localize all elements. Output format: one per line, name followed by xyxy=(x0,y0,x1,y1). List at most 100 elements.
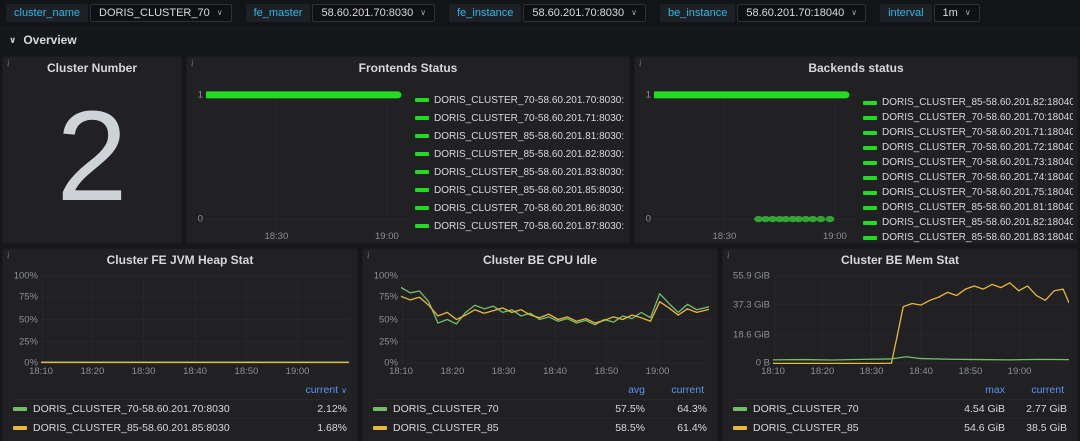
legend-value: 2.77 GiB xyxy=(1026,403,1067,415)
legend-item[interactable]: DORIS_CLUSTER_85-58.60.201.81:18040: ALI… xyxy=(863,200,1073,215)
legend-row: DORIS_CLUSTER_70-58.60.201.70:8030 2.12% xyxy=(13,399,347,418)
legend-item[interactable]: DORIS_CLUSTER_85-58.60.201.82:18040: ALI… xyxy=(863,215,1073,230)
legend-series-name[interactable]: DORIS_CLUSTER_70 xyxy=(373,403,595,415)
backends-legend: DORIS_CLUSTER_85-58.60.201.82:18040: DEA… xyxy=(855,85,1073,243)
x-tick-label: 18:10 xyxy=(761,366,785,377)
series-color-chip xyxy=(863,100,877,105)
panel-title[interactable]: Backends status xyxy=(635,57,1077,79)
panel-title[interactable]: Cluster BE CPU Idle xyxy=(363,249,717,271)
variable-dropdown[interactable]: 1m ∨ xyxy=(933,4,980,22)
series-color-chip xyxy=(373,407,387,411)
legend-col-header[interactable]: current xyxy=(1005,384,1067,396)
legend-item[interactable]: DORIS_CLUSTER_70-58.60.201.71:18040: ALI… xyxy=(863,125,1073,140)
y-tick-label: 50% xyxy=(18,314,38,325)
be-mem-stat-chart[interactable] xyxy=(773,275,1069,364)
panel-cluster-number: i Cluster Number 2 xyxy=(2,56,182,244)
legend-item[interactable]: DORIS_CLUSTER_70-58.60.201.87:8030: ALIV… xyxy=(415,217,625,235)
series-color-chip xyxy=(733,426,747,430)
legend-item[interactable]: DORIS_CLUSTER_70-58.60.201.86:8030: ALIV… xyxy=(415,199,625,217)
legend-series-name[interactable]: DORIS_CLUSTER_70 xyxy=(733,403,955,415)
legend-item[interactable]: DORIS_CLUSTER_85-58.60.201.83:8030: ALIV… xyxy=(415,163,625,181)
legend-item[interactable]: DORIS_CLUSTER_85-58.60.201.83:18040: ALI… xyxy=(863,230,1073,243)
panel-backends-status: i Backends status 10 18:30 19:00 DORIS_CL… xyxy=(634,56,1078,244)
y-tick-label: 1 xyxy=(197,89,203,101)
series-color-chip xyxy=(863,130,877,135)
panel-title[interactable]: Cluster FE JVM Heap Stat xyxy=(3,249,357,271)
legend-series-name[interactable]: DORIS_CLUSTER_85 xyxy=(373,422,595,434)
y-axis: 100% 75% 50% 25% 0% xyxy=(367,270,401,377)
variable-value: DORIS_CLUSTER_70 xyxy=(99,7,210,19)
legend-label: DORIS_CLUSTER_70-58.60.201.72:18040: ALI… xyxy=(882,142,1073,153)
legend-table: avg current DORIS_CLUSTER_70 57.5% 64.3% xyxy=(367,383,709,437)
series-color-chip xyxy=(863,190,877,195)
info-icon[interactable]: i xyxy=(367,250,370,260)
series-color-chip xyxy=(415,224,429,228)
series-color-chip xyxy=(863,175,877,180)
template-variable: cluster_name DORIS_CLUSTER_70 ∨ xyxy=(6,4,232,22)
info-icon[interactable]: i xyxy=(7,250,10,260)
info-icon[interactable]: i xyxy=(191,58,194,68)
legend-item[interactable]: DORIS_CLUSTER_70-58.60.201.73:18040: ALI… xyxy=(863,155,1073,170)
legend-series-name[interactable]: DORIS_CLUSTER_85 xyxy=(733,422,955,434)
variable-dropdown[interactable]: 58.60.201.70:8030 ∨ xyxy=(312,4,436,22)
legend-item[interactable]: DORIS_CLUSTER_70-58.60.201.75:18040: ALI… xyxy=(863,185,1073,200)
fe-jvm-heap-chart[interactable] xyxy=(41,275,349,364)
legend-item[interactable]: DORIS_CLUSTER_70-58.60.201.70:8030: ALIV… xyxy=(415,91,625,109)
legend-item[interactable]: DORIS_CLUSTER_70-58.60.201.70:18040: ALI… xyxy=(863,110,1073,125)
x-axis: 18:30 19:00 xyxy=(206,229,407,243)
info-icon[interactable]: i xyxy=(7,58,10,68)
legend-label: DORIS_CLUSTER_85 xyxy=(753,422,859,434)
y-tick-label: 50% xyxy=(378,314,398,325)
x-tick-label: 18:40 xyxy=(909,366,933,377)
legend-item[interactable]: DORIS_CLUSTER_70-58.60.201.71:8030: ALIV… xyxy=(415,109,625,127)
panel-title[interactable]: Frontends Status xyxy=(187,57,629,79)
legend-label: DORIS_CLUSTER_70-58.60.201.86:8030: ALIV… xyxy=(434,202,625,214)
be-cpu-idle-chart[interactable] xyxy=(401,275,709,364)
legend-value: 1.68% xyxy=(317,422,347,434)
legend-col-header[interactable]: current ∨ xyxy=(285,384,347,396)
y-tick-label: 18.6 GiB xyxy=(733,329,770,341)
legend-item[interactable]: DORIS_CLUSTER_85-58.60.201.82:8030: ALIV… xyxy=(415,145,625,163)
legend-value: 57.5% xyxy=(615,403,645,415)
legend-col-header[interactable]: avg xyxy=(595,384,645,396)
template-variable: fe_instance 58.60.201.70:8030 ∨ xyxy=(449,4,646,22)
legend-col-header[interactable]: current xyxy=(645,384,707,396)
info-icon[interactable]: i xyxy=(727,250,730,260)
legend-col-header[interactable]: max xyxy=(955,384,1005,396)
legend-value: 64.3% xyxy=(677,403,707,415)
legend-label: DORIS_CLUSTER_85-58.60.201.82:18040: DEA… xyxy=(882,97,1073,108)
legend-item[interactable]: DORIS_CLUSTER_70-58.60.201.74:18040: ALI… xyxy=(863,170,1073,185)
variable-dropdown[interactable]: 58.60.201.70:8030 ∨ xyxy=(523,4,646,22)
legend-label: DORIS_CLUSTER_70-58.60.201.71:8030: ALIV… xyxy=(434,112,625,124)
legend-item[interactable]: DORIS_CLUSTER_70-58.60.201.72:18040: ALI… xyxy=(863,140,1073,155)
legend-label: DORIS_CLUSTER_85-58.60.201.85:8030: ALIV… xyxy=(434,184,625,196)
panels-row-1: i Cluster Number 2 i Frontends Status 10… xyxy=(0,54,1080,244)
backends-status-chart[interactable] xyxy=(654,85,855,229)
variable-dropdown[interactable]: 58.60.201.70:18040 ∨ xyxy=(737,4,867,22)
legend-series-name[interactable]: DORIS_CLUSTER_70-58.60.201.70:8030 xyxy=(13,403,235,415)
x-axis: 18:10 18:20 18:30 18:40 18:50 19:00 xyxy=(29,364,349,377)
plot-wrap: 18:10 18:20 18:30 18:40 18:50 19:00 xyxy=(761,275,1069,377)
series-color-chip xyxy=(863,115,877,120)
legend-item[interactable]: DORIS_CLUSTER_85-58.60.201.85:8030: ALIV… xyxy=(415,181,625,199)
row-title: Overview xyxy=(23,33,77,47)
info-icon[interactable]: i xyxy=(639,58,642,68)
y-tick-label: 25% xyxy=(378,336,398,348)
panels-row-2: i Cluster FE JVM Heap Stat 100% 75% 50% 25%… xyxy=(0,244,1080,441)
variable-label: be_instance xyxy=(660,4,736,22)
legend-item[interactable]: DORIS_CLUSTER_85-58.60.201.82:18040: DEA… xyxy=(863,95,1073,110)
panel-title[interactable]: Cluster BE Mem Stat xyxy=(723,249,1077,271)
legend-item[interactable]: DORIS_CLUSTER_85-58.60.201.81:8030: ALIV… xyxy=(415,127,625,145)
legend-series-name[interactable]: DORIS_CLUSTER_85-58.60.201.85:8030 xyxy=(13,422,235,434)
variable-label: cluster_name xyxy=(6,4,89,22)
legend-row: DORIS_CLUSTER_85 58.5% 61.4% xyxy=(373,418,707,437)
x-tick-label: 19:00 xyxy=(645,366,670,377)
variables: cluster_name DORIS_CLUSTER_70 ∨ fe_maste… xyxy=(6,4,980,22)
variable-dropdown[interactable]: DORIS_CLUSTER_70 ∨ xyxy=(90,4,232,22)
row-header-overview[interactable]: ∨ Overview xyxy=(0,26,1080,54)
x-tick-label: 18:10 xyxy=(389,366,413,377)
y-tick-label: 75% xyxy=(18,291,38,303)
frontends-status-chart[interactable] xyxy=(206,85,407,229)
series-color-chip xyxy=(415,116,429,120)
panel-title[interactable]: Cluster Number xyxy=(3,57,181,79)
